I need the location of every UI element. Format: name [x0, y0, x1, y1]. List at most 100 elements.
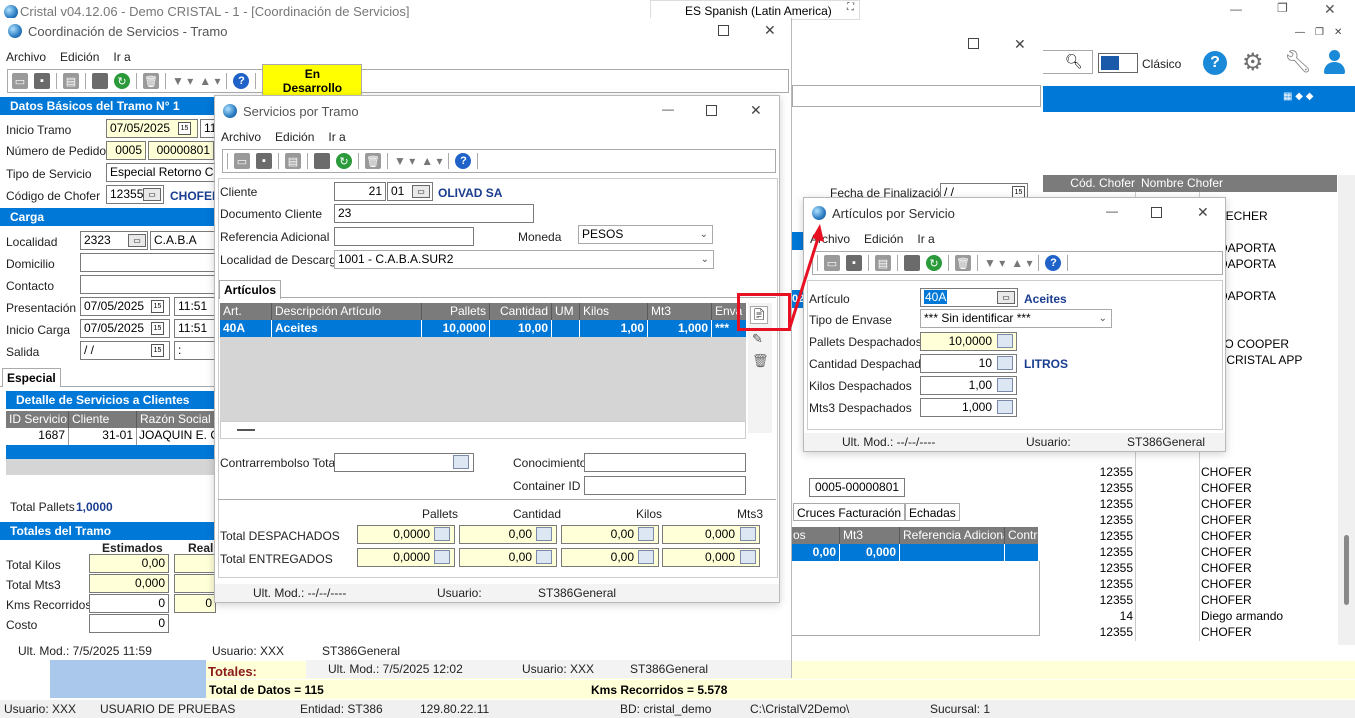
col-header[interactable]: Kilos [580, 303, 648, 320]
lookup-icon[interactable]: ▭ [128, 234, 146, 247]
menu-edicion[interactable]: Edición [275, 130, 314, 144]
articulos-grid-row[interactable]: 40A Aceites 10,0000 10,00 1,00 1,000 *** [220, 320, 746, 337]
bg-grid-icons[interactable]: ▦ ◆ ◆ [1283, 91, 1313, 102]
delete-icon[interactable]: 🗑︎ [143, 73, 159, 89]
tipo-envase-select[interactable]: *** Sin identificar *** ⌄ [920, 309, 1112, 328]
calculator-icon[interactable] [997, 356, 1013, 370]
driver-row[interactable]: 12355 CHOFER [1043, 592, 1337, 608]
close-icon[interactable]: ✕ [750, 102, 762, 119]
calculator-icon[interactable] [536, 550, 552, 564]
driver-row[interactable]: 12355 CHOFER [1043, 576, 1337, 592]
help-icon[interactable]: ? [455, 153, 472, 169]
maximize-icon[interactable] [706, 105, 717, 116]
bg-window-maximize-icon[interactable] [968, 38, 979, 49]
close-icon[interactable]: ✕ [1197, 204, 1209, 221]
calculator-icon[interactable] [740, 527, 756, 541]
minimize-icon[interactable]: — [1106, 204, 1118, 218]
bg-input-strip[interactable] [792, 85, 1041, 107]
calculator-icon[interactable] [997, 400, 1013, 414]
localidad-name[interactable]: C.A.B.A [150, 231, 216, 250]
col-header[interactable]: UM [552, 303, 580, 320]
col-header[interactable]: Descripción Artículo [272, 303, 422, 320]
search-icon[interactable]: 🔍︎ [1065, 53, 1083, 70]
arrow-down-icon[interactable]: ▼ ▾ [394, 154, 415, 168]
col-header[interactable]: ID Servicio [6, 411, 69, 428]
arrow-up-icon[interactable]: ▲ ▾ [199, 74, 220, 88]
refresh-icon[interactable]: ↻ [114, 73, 130, 89]
salida-time[interactable]: : [174, 341, 216, 360]
total-kilos-field[interactable]: 0,00 [89, 554, 169, 573]
col-header[interactable]: Cód. Chofer [1043, 175, 1138, 192]
close-icon[interactable]: ✕ [764, 22, 776, 39]
lookup-icon[interactable]: ▭ [143, 188, 161, 201]
delete-icon[interactable]: 🗑︎ [955, 255, 971, 271]
driver-row[interactable]: 12355 CHOFER [1043, 496, 1337, 512]
save-icon[interactable]: ▪ [34, 73, 50, 89]
col-header[interactable]: Mt3 [840, 527, 900, 544]
calendar-icon[interactable]: 15 [151, 322, 164, 335]
app-restore-icon[interactable]: ❐ [1277, 1, 1288, 15]
bg-window-close-icon[interactable]: ✕ [1014, 36, 1026, 53]
driver-row[interactable]: 12355 CHOFER [1043, 624, 1337, 640]
save-icon[interactable]: ▪ [846, 255, 862, 271]
refresh-icon[interactable]: ↻ [336, 153, 352, 169]
wrench-icon[interactable]: 🔧︎ [1284, 49, 1312, 75]
calendar-icon[interactable]: 15 [151, 300, 164, 313]
calculator-icon[interactable] [638, 527, 654, 541]
lookup-icon[interactable]: ▭ [997, 291, 1015, 304]
language-indicator[interactable]: ES Spanish (Latin America) ⛶ [650, 0, 860, 20]
maximize-icon[interactable] [718, 25, 729, 36]
driver-row[interactable]: 14 Diego armando [1043, 608, 1337, 624]
kms-recorridos-real[interactable]: 0 [174, 594, 216, 613]
tab-echadas[interactable]: Echadas [905, 503, 960, 521]
stop-icon[interactable] [904, 255, 920, 271]
help-icon[interactable]: ? [233, 73, 250, 89]
print-icon[interactable]: ▤ [285, 153, 301, 169]
print-icon[interactable]: ▤ [63, 73, 79, 89]
calendar-icon[interactable]: 15 [178, 122, 191, 135]
calculator-icon[interactable] [434, 527, 450, 541]
tab-articulos[interactable]: Artículos [219, 280, 282, 299]
edit-article-icon[interactable]: ✎ [752, 331, 763, 347]
driver-row[interactable]: 12355 CHOFER [1043, 528, 1337, 544]
arrow-up-icon[interactable]: ▲ ▾ [1011, 256, 1032, 270]
calculator-icon[interactable] [434, 550, 450, 564]
col-header[interactable]: Cliente [69, 411, 137, 428]
tipo-servicio-field[interactable]: Especial Retorno Carga [106, 163, 216, 182]
bg-scrollbar[interactable] [1338, 175, 1355, 645]
tab-especial[interactable]: Especial [2, 368, 61, 387]
new-icon[interactable]: ▭ [12, 73, 28, 89]
costo-field[interactable]: 0 [89, 614, 169, 633]
detalle-grid-row[interactable]: 1687 31-01 JOAQUIN E. CH [6, 428, 216, 445]
container-id-field[interactable] [584, 476, 746, 495]
print-icon[interactable]: ▤ [875, 255, 891, 271]
gear-icon[interactable]: ⚙ [1242, 48, 1264, 77]
menu-edicion[interactable]: Edición [864, 232, 903, 246]
col-header[interactable]: Mt3 [648, 303, 712, 320]
calculator-icon[interactable] [997, 378, 1013, 392]
delete-article-icon[interactable]: 🗑︎ [752, 353, 769, 369]
localidad-descarga-select[interactable]: 1001 - C.A.B.A.SUR2 ⌄ [334, 250, 714, 269]
help-icon[interactable]: ? [1203, 51, 1227, 75]
kms-recorridos-field[interactable]: 0 [89, 594, 169, 613]
detalle-grid-selected[interactable] [6, 445, 216, 459]
arrow-down-icon[interactable]: ▼ ▾ [172, 74, 193, 88]
menu-edicion[interactable]: Edición [60, 50, 99, 64]
driver-row[interactable]: 12355 CHOFER [1043, 544, 1337, 560]
calculator-icon[interactable] [997, 334, 1013, 348]
menu-archivo[interactable]: Archivo [6, 50, 46, 64]
numero-pedido-b[interactable]: 00000801 [148, 141, 214, 160]
col-header[interactable]: Referencia Adicional [900, 527, 1005, 544]
inicio-carga-time[interactable]: 11:51 [174, 319, 216, 338]
total-mts3-field[interactable]: 0,000 [89, 574, 169, 593]
menu-ir-a[interactable]: Ir a [917, 232, 934, 246]
stop-icon[interactable] [92, 73, 108, 89]
calculator-icon[interactable] [536, 527, 552, 541]
new-icon[interactable]: ▭ [234, 153, 250, 169]
expand-icon[interactable]: ⛶ [847, 2, 854, 13]
calculator-icon[interactable] [638, 550, 654, 564]
maximize-icon[interactable] [1151, 207, 1162, 218]
col-header[interactable]: Nombre Chofer [1138, 175, 1278, 192]
user-icon[interactable] [1323, 50, 1345, 74]
arrow-up-icon[interactable]: ▲ ▾ [421, 154, 442, 168]
